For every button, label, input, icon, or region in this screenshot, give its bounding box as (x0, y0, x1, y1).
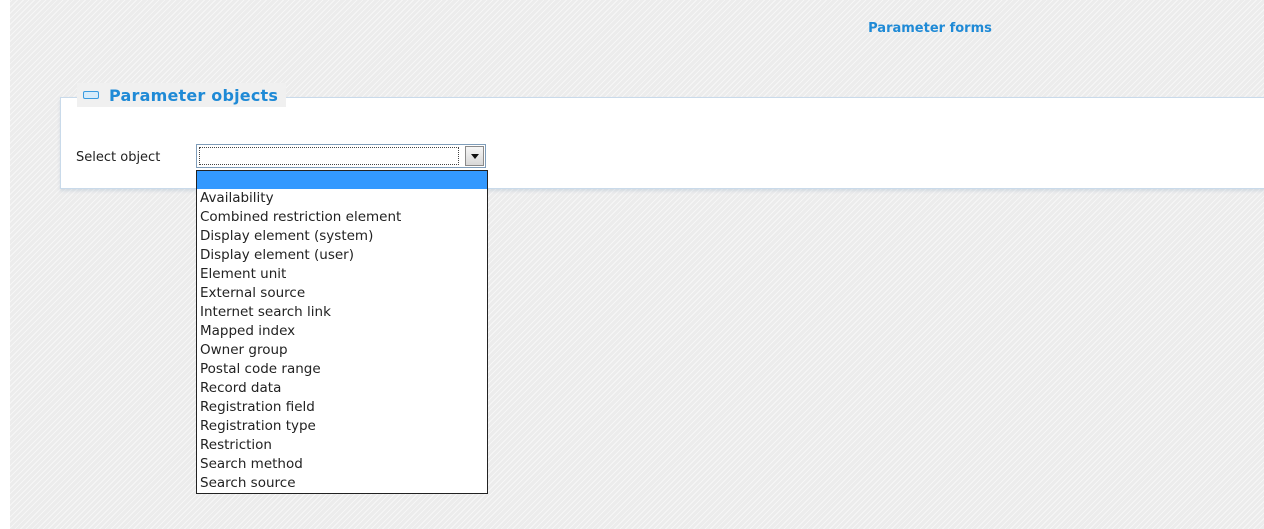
dropdown-option[interactable]: Postal code range (197, 360, 487, 379)
panel-legend: Parameter objects (77, 83, 287, 107)
collapse-minus-icon[interactable] (83, 91, 99, 99)
dropdown-option[interactable]: Internet search link (197, 303, 487, 322)
dropdown-option[interactable]: Display element (system) (197, 227, 487, 246)
dropdown-option[interactable]: Record data (197, 379, 487, 398)
select-object-label: Select object (76, 150, 161, 165)
select-object-dropdown[interactable] (196, 144, 486, 168)
dropdown-option[interactable]: Search method (197, 455, 487, 474)
page-title[interactable]: Parameter forms (820, 21, 1040, 36)
dropdown-option[interactable]: Mapped index (197, 322, 487, 341)
dropdown-button[interactable] (465, 146, 484, 166)
dropdown-option[interactable]: Registration field (197, 398, 487, 417)
dropdown-option[interactable]: Availability (197, 189, 487, 208)
dropdown-option[interactable]: Search source (197, 474, 487, 493)
select-value (199, 147, 459, 165)
dropdown-option[interactable] (197, 171, 487, 189)
dropdown-option[interactable]: Restriction (197, 436, 487, 455)
dropdown-option[interactable]: Owner group (197, 341, 487, 360)
dropdown-options-list: Availability Combined restriction element… (196, 170, 488, 494)
chevron-down-icon (470, 153, 479, 159)
dropdown-option[interactable]: External source (197, 284, 487, 303)
left-margin-strip (0, 0, 10, 529)
dropdown-option[interactable]: Registration type (197, 417, 487, 436)
dropdown-option[interactable]: Combined restriction element (197, 208, 487, 227)
dropdown-option[interactable]: Display element (user) (197, 246, 487, 265)
dropdown-option[interactable]: Element unit (197, 265, 487, 284)
section-title: Parameter objects (109, 85, 279, 105)
